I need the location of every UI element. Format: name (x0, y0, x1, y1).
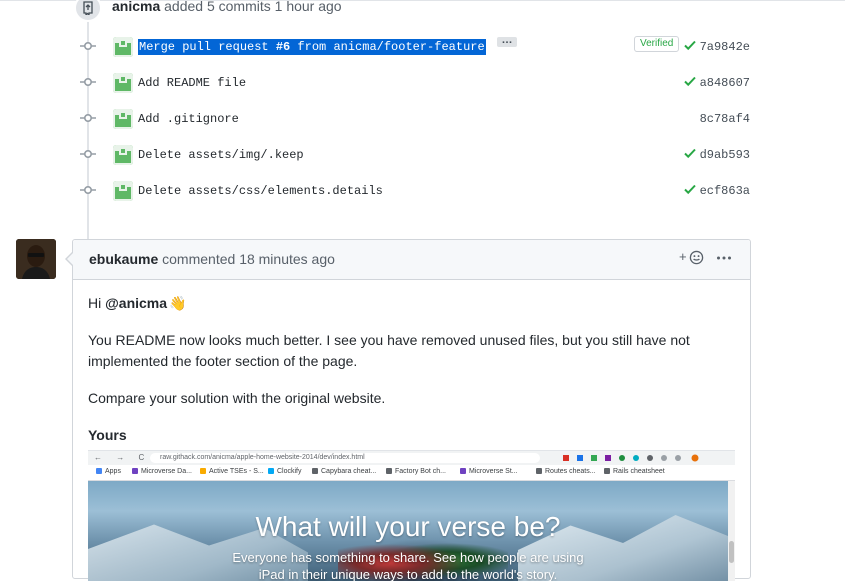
user-mention-link[interactable]: @anicma (105, 295, 167, 311)
commit-message-link[interactable]: Add .gitignore (138, 112, 239, 126)
verified-badge[interactable]: Verified (634, 36, 680, 52)
comment-paragraph: Compare your solution with the original … (88, 390, 386, 406)
bookmark-item: Capybara cheat... (312, 468, 376, 475)
bookmark-item: Rails cheatsheet (604, 468, 665, 475)
comment-meta: ebukaume commented 18 minutes ago (89, 251, 335, 267)
comment-header: ebukaume commented 18 minutes ago + (73, 240, 750, 280)
commit-sha-link[interactable]: 7a9842e (700, 40, 750, 54)
bookmark-item: Routes cheats... (536, 468, 596, 475)
commit-row: Delete assets/css/elements.details ecf86… (0, 179, 845, 201)
screenshot-scrollbar (728, 481, 735, 581)
commit-icon (80, 41, 96, 51)
commit-message-suffix: from anicma/footer-feature (290, 40, 485, 54)
repo-push-icon (74, 0, 102, 22)
push-time-link[interactable]: 1 hour ago (275, 0, 342, 14)
commit-icon (80, 77, 96, 87)
screenshot-scrollbar-thumb (729, 541, 734, 563)
add-reaction-button[interactable]: + (679, 249, 709, 269)
commit-sha-link[interactable]: 8c78af4 (700, 112, 750, 126)
commit-message-link[interactable]: Delete assets/img/.keep (138, 148, 304, 162)
commit-issue-link[interactable]: #6 (276, 40, 290, 54)
comment-time-link[interactable]: 18 minutes ago (239, 251, 335, 267)
embedded-screenshot[interactable]: ← → C ⌂ raw.githack.com/anicma/apple-hom… (88, 450, 735, 581)
commit-icon (80, 113, 96, 123)
commit-sha-link[interactable]: a848607 (700, 76, 750, 90)
browser-toolbar: ← → C ⌂ raw.githack.com/anicma/apple-hom… (88, 451, 735, 465)
commenter-avatar[interactable] (16, 239, 56, 279)
reaction-plus-label: + (679, 249, 687, 264)
hero-subtitle-line: iPad in their unique ways to add to the … (258, 567, 558, 581)
commit-author-avatar[interactable] (113, 109, 133, 129)
smiley-icon (689, 250, 704, 265)
commit-author-avatar[interactable] (113, 181, 133, 201)
check-icon[interactable] (683, 38, 697, 52)
more-options-icon[interactable] (715, 249, 733, 267)
browser-url-bar: raw.githack.com/anicma/apple-home-websit… (150, 453, 540, 463)
commit-sha-link[interactable]: d9ab593 (700, 148, 750, 162)
browser-extension-icons (563, 454, 699, 462)
commit-message-prefix: Merge pull request (139, 40, 276, 54)
commit-author-avatar[interactable] (113, 73, 133, 93)
check-icon[interactable] (683, 74, 697, 88)
commit-row: Add .gitignore 8c78af4 (0, 107, 845, 129)
commit-sha-link[interactable]: ecf863a (700, 184, 750, 198)
bookmark-item: Microverse St... (460, 468, 518, 475)
waving-hand-icon: 👋 (169, 295, 187, 311)
comment-greeting: Hi @anicma 👋 (88, 293, 728, 314)
check-icon[interactable] (683, 146, 697, 160)
bookmark-item: Active TSEs - S... (200, 468, 264, 475)
commit-row: Add README file a848607 (0, 71, 845, 93)
bookmark-item: Factory Bot ch... (386, 468, 446, 475)
comment-action: commented (162, 251, 236, 267)
commit-icon (80, 185, 96, 195)
browser-bookmarks-bar: Apps Microverse Da... Active TSEs - S...… (88, 465, 735, 481)
commit-author-avatar[interactable] (113, 37, 133, 57)
push-author-link[interactable]: anicma (112, 0, 160, 14)
comment-paragraph: You README now looks much better. I see … (88, 332, 690, 369)
commit-message-link[interactable]: Delete assets/css/elements.details (138, 184, 383, 198)
commit-row: Merge pull request #6 from anicma/footer… (0, 35, 845, 57)
bookmark-item: Apps (96, 468, 121, 475)
push-action: added 5 commits (164, 0, 271, 14)
greeting-text: Hi (88, 295, 106, 311)
commit-row: Delete assets/img/.keep d9ab593 (0, 143, 845, 165)
commit-message-link[interactable]: Merge pull request #6 from anicma/footer… (138, 39, 486, 55)
check-icon[interactable] (683, 182, 697, 196)
bookmark-item: Clockify (268, 468, 302, 475)
bookmark-item: Microverse Da... (132, 468, 192, 475)
website-hero-image: What will your verse be? Everyone has so… (88, 481, 728, 581)
commit-author-avatar[interactable] (113, 145, 133, 165)
commit-icon (80, 149, 96, 159)
comment-body: Hi @anicma 👋 You README now looks much be… (88, 293, 728, 462)
comment-box: ebukaume commented 18 minutes ago + Hi @… (65, 239, 751, 581)
hero-subtitle-line: Everyone has something to share. See how… (232, 550, 584, 565)
commit-message-link[interactable]: Add README file (138, 76, 246, 90)
comment-subheading: Yours (88, 427, 127, 443)
push-event-header: anicma added 5 commits 1 hour ago (112, 0, 342, 14)
comment-author-link[interactable]: ebukaume (89, 251, 158, 267)
hero-headline: What will your verse be? (255, 511, 561, 542)
expand-commit-button[interactable]: … (497, 35, 517, 47)
hero-subtitle: Everyone has something to share. See how… (88, 549, 728, 581)
